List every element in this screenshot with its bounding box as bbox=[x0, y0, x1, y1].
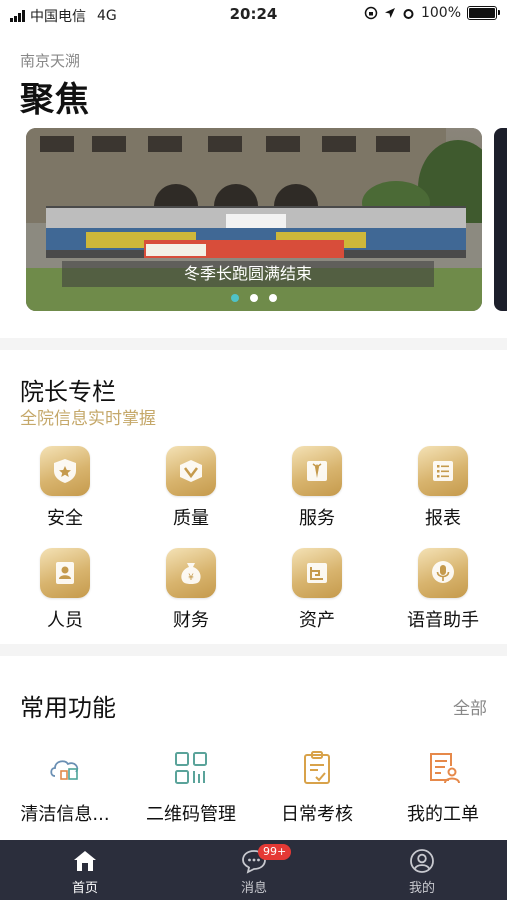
func-item-daily-assessment[interactable]: 日常考核 bbox=[262, 750, 372, 826]
grid-item-voice-assistant[interactable]: 语音助手 bbox=[388, 548, 498, 632]
svg-text:¥: ¥ bbox=[188, 573, 194, 583]
grid-item-asset[interactable]: 资产 bbox=[262, 548, 372, 632]
carousel-dots bbox=[26, 294, 482, 302]
tab-home[interactable]: 首页 bbox=[35, 848, 135, 896]
func-item-cleaning-info[interactable]: 清洁信息... bbox=[10, 750, 120, 826]
carousel-dot[interactable] bbox=[269, 294, 277, 302]
asset-icon bbox=[292, 548, 342, 598]
dean-column-subtitle: 全院信息实时掌握 bbox=[20, 409, 156, 429]
profile-icon bbox=[410, 849, 434, 873]
func-item-qrcode[interactable]: 二维码管理 bbox=[136, 750, 246, 826]
grid-item-label: 安全 bbox=[47, 508, 83, 529]
tab-messages[interactable]: 消息 99+ bbox=[204, 844, 304, 896]
func-item-label: 日常考核 bbox=[281, 804, 353, 825]
carousel-dot[interactable] bbox=[231, 294, 239, 302]
microphone-icon bbox=[418, 548, 468, 598]
grid-item-label: 资产 bbox=[299, 610, 335, 631]
carousel-dot[interactable] bbox=[250, 294, 258, 302]
grid-item-quality[interactable]: 质量 bbox=[136, 446, 246, 530]
grid-item-label: 报表 bbox=[425, 508, 461, 529]
grid-item-report[interactable]: 报表 bbox=[388, 446, 498, 530]
banner-slide[interactable]: 冬季长跑圆满结束 bbox=[26, 128, 482, 311]
alarm-icon bbox=[403, 8, 414, 19]
shield-icon bbox=[40, 446, 90, 496]
grid-item-label: 服务 bbox=[299, 508, 335, 529]
func-item-my-work-order[interactable]: 我的工单 bbox=[388, 750, 498, 826]
tab-profile[interactable]: 我的 bbox=[372, 848, 472, 896]
service-icon bbox=[292, 446, 342, 496]
report-icon bbox=[418, 446, 468, 496]
bottom-tab-bar: 首页 消息 99+ 我的 bbox=[0, 840, 507, 900]
banner-carousel[interactable]: 冬季长跑圆满结束 bbox=[0, 128, 507, 338]
qrcode-icon bbox=[173, 750, 209, 786]
battery-percent: 100% bbox=[420, 5, 461, 21]
location-icon bbox=[384, 8, 395, 18]
clipboard-check-icon bbox=[299, 750, 335, 786]
page-title: 聚焦 bbox=[20, 80, 90, 120]
view-all-link[interactable]: 全部 bbox=[453, 694, 487, 719]
home-icon bbox=[74, 851, 96, 871]
personnel-icon bbox=[40, 548, 90, 598]
tab-label: 我的 bbox=[408, 881, 435, 896]
status-bar: 中国电信 4G 20:24 100% bbox=[0, 0, 507, 28]
grid-item-service[interactable]: 服务 bbox=[262, 446, 372, 530]
grid-item-label: 财务 bbox=[173, 610, 209, 631]
grid-item-finance[interactable]: ¥ 财务 bbox=[136, 548, 246, 632]
grid-item-personnel[interactable]: 人员 bbox=[10, 548, 120, 632]
grid-item-label: 语音助手 bbox=[407, 610, 479, 631]
battery-icon bbox=[467, 6, 500, 20]
dean-column-title: 院长专栏 bbox=[20, 378, 116, 406]
dean-column-section: 院长专栏 全院信息实时掌握 安全 质量 服务 报表 人员 ¥ 财务 资产 语音助… bbox=[0, 350, 507, 644]
rotation-lock-icon bbox=[364, 6, 378, 20]
func-item-label: 我的工单 bbox=[407, 804, 479, 825]
func-item-label: 二维码管理 bbox=[146, 804, 236, 825]
grid-item-label: 人员 bbox=[47, 610, 83, 631]
grid-item-label: 质量 bbox=[173, 508, 209, 529]
common-functions-section: 常用功能 全部 清洁信息... 二维码管理 日常考核 我的工单 bbox=[0, 656, 507, 840]
page-header: 南京天溯 聚焦 bbox=[0, 28, 507, 128]
func-item-label: 清洁信息... bbox=[20, 804, 110, 825]
money-bag-icon: ¥ bbox=[166, 548, 216, 598]
quality-icon bbox=[166, 446, 216, 496]
tab-label: 消息 bbox=[240, 881, 267, 896]
tab-label: 首页 bbox=[71, 881, 98, 896]
banner-caption: 冬季长跑圆满结束 bbox=[62, 261, 434, 287]
work-order-icon bbox=[425, 750, 461, 786]
unread-badge: 99+ bbox=[258, 844, 292, 860]
common-functions-title: 常用功能 bbox=[20, 694, 116, 722]
org-subtitle: 南京天溯 bbox=[20, 52, 81, 70]
cloud-data-icon bbox=[47, 750, 83, 786]
banner-next-slide-peek[interactable] bbox=[494, 128, 507, 311]
grid-item-safety[interactable]: 安全 bbox=[10, 446, 120, 530]
status-right: 100% bbox=[364, 5, 500, 21]
